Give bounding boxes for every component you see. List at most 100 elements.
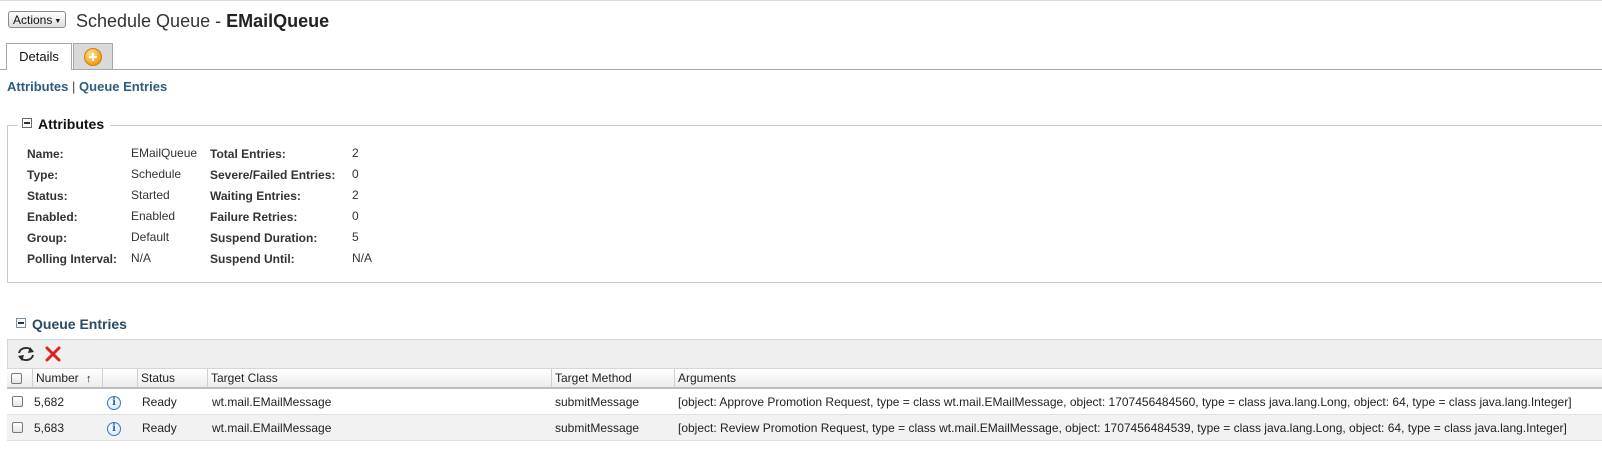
attr-polling-interval-value: N/A bbox=[131, 251, 151, 265]
cell-arguments: [object: Review Promotion Request, type … bbox=[678, 421, 1567, 435]
tab-details[interactable]: Details bbox=[6, 43, 72, 70]
select-all-checkbox[interactable] bbox=[11, 373, 22, 384]
tab-details-label: Details bbox=[19, 49, 59, 64]
attr-value: Started bbox=[131, 188, 170, 202]
attr-suspend-until-value: N/A bbox=[352, 251, 372, 265]
cell-target-method: submitMessage bbox=[555, 395, 640, 409]
queue-entries-title: Queue Entries bbox=[16, 316, 127, 332]
cell-arguments: [object: Approve Promotion Request, type… bbox=[678, 395, 1572, 409]
attr-waiting-entries: Waiting Entries: bbox=[210, 189, 301, 203]
attr-severe-failed-entries-value: 0 bbox=[352, 167, 359, 181]
cell-number: 5,683 bbox=[34, 421, 65, 435]
column-header-target-class-label: Target Class bbox=[211, 371, 278, 385]
attr-type-value: Schedule bbox=[131, 167, 181, 181]
queue-entries-link[interactable]: Queue Entries bbox=[79, 79, 167, 94]
row-checkbox[interactable] bbox=[12, 396, 23, 407]
attr-enabled-value: Enabled bbox=[131, 209, 175, 223]
delete-icon[interactable] bbox=[44, 345, 62, 363]
attr-value: Schedule bbox=[131, 167, 182, 181]
attr-value: N/A bbox=[131, 251, 152, 265]
row-checkbox[interactable] bbox=[12, 422, 23, 433]
cell-number: 5,682 bbox=[34, 395, 65, 409]
attr-name-value: EMailQueue bbox=[131, 146, 197, 160]
collapse-icon[interactable] bbox=[16, 318, 26, 328]
attr-label: Enabled: bbox=[27, 210, 78, 224]
select-all-header bbox=[7, 369, 32, 387]
cell-target-method: submitMessage bbox=[555, 421, 640, 435]
tab-bar-divider bbox=[0, 69, 1602, 70]
attr-value: 0 bbox=[352, 167, 359, 181]
column-header-number[interactable]: Number ↑ bbox=[32, 369, 102, 387]
column-header-status[interactable]: Status bbox=[137, 369, 207, 387]
add-tab-button[interactable] bbox=[73, 43, 113, 69]
attr-suspend-duration-value: 5 bbox=[352, 230, 359, 244]
cell-target-class: wt.mail.EMailMessage bbox=[212, 395, 332, 409]
column-header-target-class[interactable]: Target Class bbox=[207, 369, 551, 387]
actions-menu-button[interactable]: Actions ▼ bbox=[8, 11, 67, 28]
attr-value: N/A bbox=[352, 251, 373, 265]
attr-label: Severe/Failed Entries: bbox=[210, 168, 336, 182]
chevron-down-icon: ▼ bbox=[54, 18, 62, 25]
top-border bbox=[0, 0, 1602, 1]
column-header-arguments-label: Arguments bbox=[678, 371, 737, 385]
page-title-name: EMailQueue bbox=[226, 11, 330, 31]
attr-value: Default bbox=[131, 230, 170, 244]
cell-status: Ready bbox=[142, 395, 177, 409]
attr-polling-interval: Polling Interval: bbox=[27, 252, 117, 266]
attr-value: 2 bbox=[352, 146, 359, 160]
column-header-info bbox=[102, 369, 137, 387]
attr-failure-retries: Failure Retries: bbox=[210, 210, 297, 224]
info-icon[interactable]: i bbox=[107, 422, 121, 436]
refresh-icon[interactable] bbox=[16, 345, 36, 363]
column-header-target-method-label: Target Method bbox=[555, 371, 632, 385]
section-links: Attributes | Queue Entries bbox=[7, 79, 167, 94]
attr-status-value: Started bbox=[131, 188, 170, 202]
queue-entries-toolbar bbox=[7, 339, 1602, 369]
table-row[interactable]: 5,683 i Ready wt.mail.EMailMessage submi… bbox=[7, 415, 1602, 441]
column-header-arguments[interactable]: Arguments bbox=[674, 369, 1602, 387]
attr-total-entries: Total Entries: bbox=[210, 147, 286, 161]
cell-status: Ready bbox=[142, 421, 177, 435]
attr-name: Name: bbox=[27, 147, 64, 161]
attributes-legend-label: Attributes bbox=[38, 116, 105, 132]
attr-enabled: Enabled: bbox=[27, 210, 78, 224]
page-title-prefix: Schedule Queue - bbox=[76, 11, 227, 31]
attr-label: Total Entries: bbox=[210, 147, 286, 161]
attr-label: Group: bbox=[27, 231, 67, 245]
attributes-link[interactable]: Attributes bbox=[7, 79, 68, 94]
attr-failure-retries-value: 0 bbox=[352, 209, 359, 223]
attr-type: Type: bbox=[27, 168, 58, 182]
attr-group: Group: bbox=[27, 231, 67, 245]
add-icon bbox=[84, 48, 102, 66]
page-title: Schedule Queue - EMailQueue bbox=[76, 11, 329, 32]
collapse-icon[interactable] bbox=[22, 118, 32, 128]
attr-value: EMailQueue bbox=[131, 146, 198, 160]
attr-label: Polling Interval: bbox=[27, 252, 118, 266]
attr-label: Name: bbox=[27, 147, 64, 161]
attr-label: Type: bbox=[27, 168, 59, 182]
table-header: Number ↑ Status Target Class Target Meth… bbox=[7, 369, 1602, 389]
column-header-target-method[interactable]: Target Method bbox=[551, 369, 674, 387]
attr-label: Status: bbox=[27, 189, 68, 203]
attr-waiting-entries-value: 2 bbox=[352, 188, 359, 202]
attr-label: Waiting Entries: bbox=[210, 189, 301, 203]
attributes-legend: Attributes bbox=[18, 116, 111, 132]
actions-label: Actions bbox=[13, 13, 53, 27]
attr-suspend-until: Suspend Until: bbox=[210, 252, 295, 266]
attr-value: 0 bbox=[352, 209, 359, 223]
attr-group-value: Default bbox=[131, 230, 169, 244]
info-icon[interactable]: i bbox=[107, 396, 121, 410]
attr-value: Enabled bbox=[131, 209, 176, 223]
cell-target-class: wt.mail.EMailMessage bbox=[212, 421, 332, 435]
attr-suspend-duration: Suspend Duration: bbox=[210, 231, 317, 245]
column-header-number-label: Number bbox=[36, 371, 79, 385]
sort-ascending-icon: ↑ bbox=[86, 373, 92, 385]
table-row[interactable]: 5,682 i Ready wt.mail.EMailMessage submi… bbox=[7, 389, 1602, 415]
attr-value: 5 bbox=[352, 230, 359, 244]
attr-label: Failure Retries: bbox=[210, 210, 298, 224]
queue-entries-title-label: Queue Entries bbox=[32, 316, 127, 332]
attr-status: Status: bbox=[27, 189, 68, 203]
attr-severe-failed-entries: Severe/Failed Entries: bbox=[210, 168, 335, 182]
attr-label: Suspend Duration: bbox=[210, 231, 318, 245]
attr-total-entries-value: 2 bbox=[352, 146, 359, 160]
